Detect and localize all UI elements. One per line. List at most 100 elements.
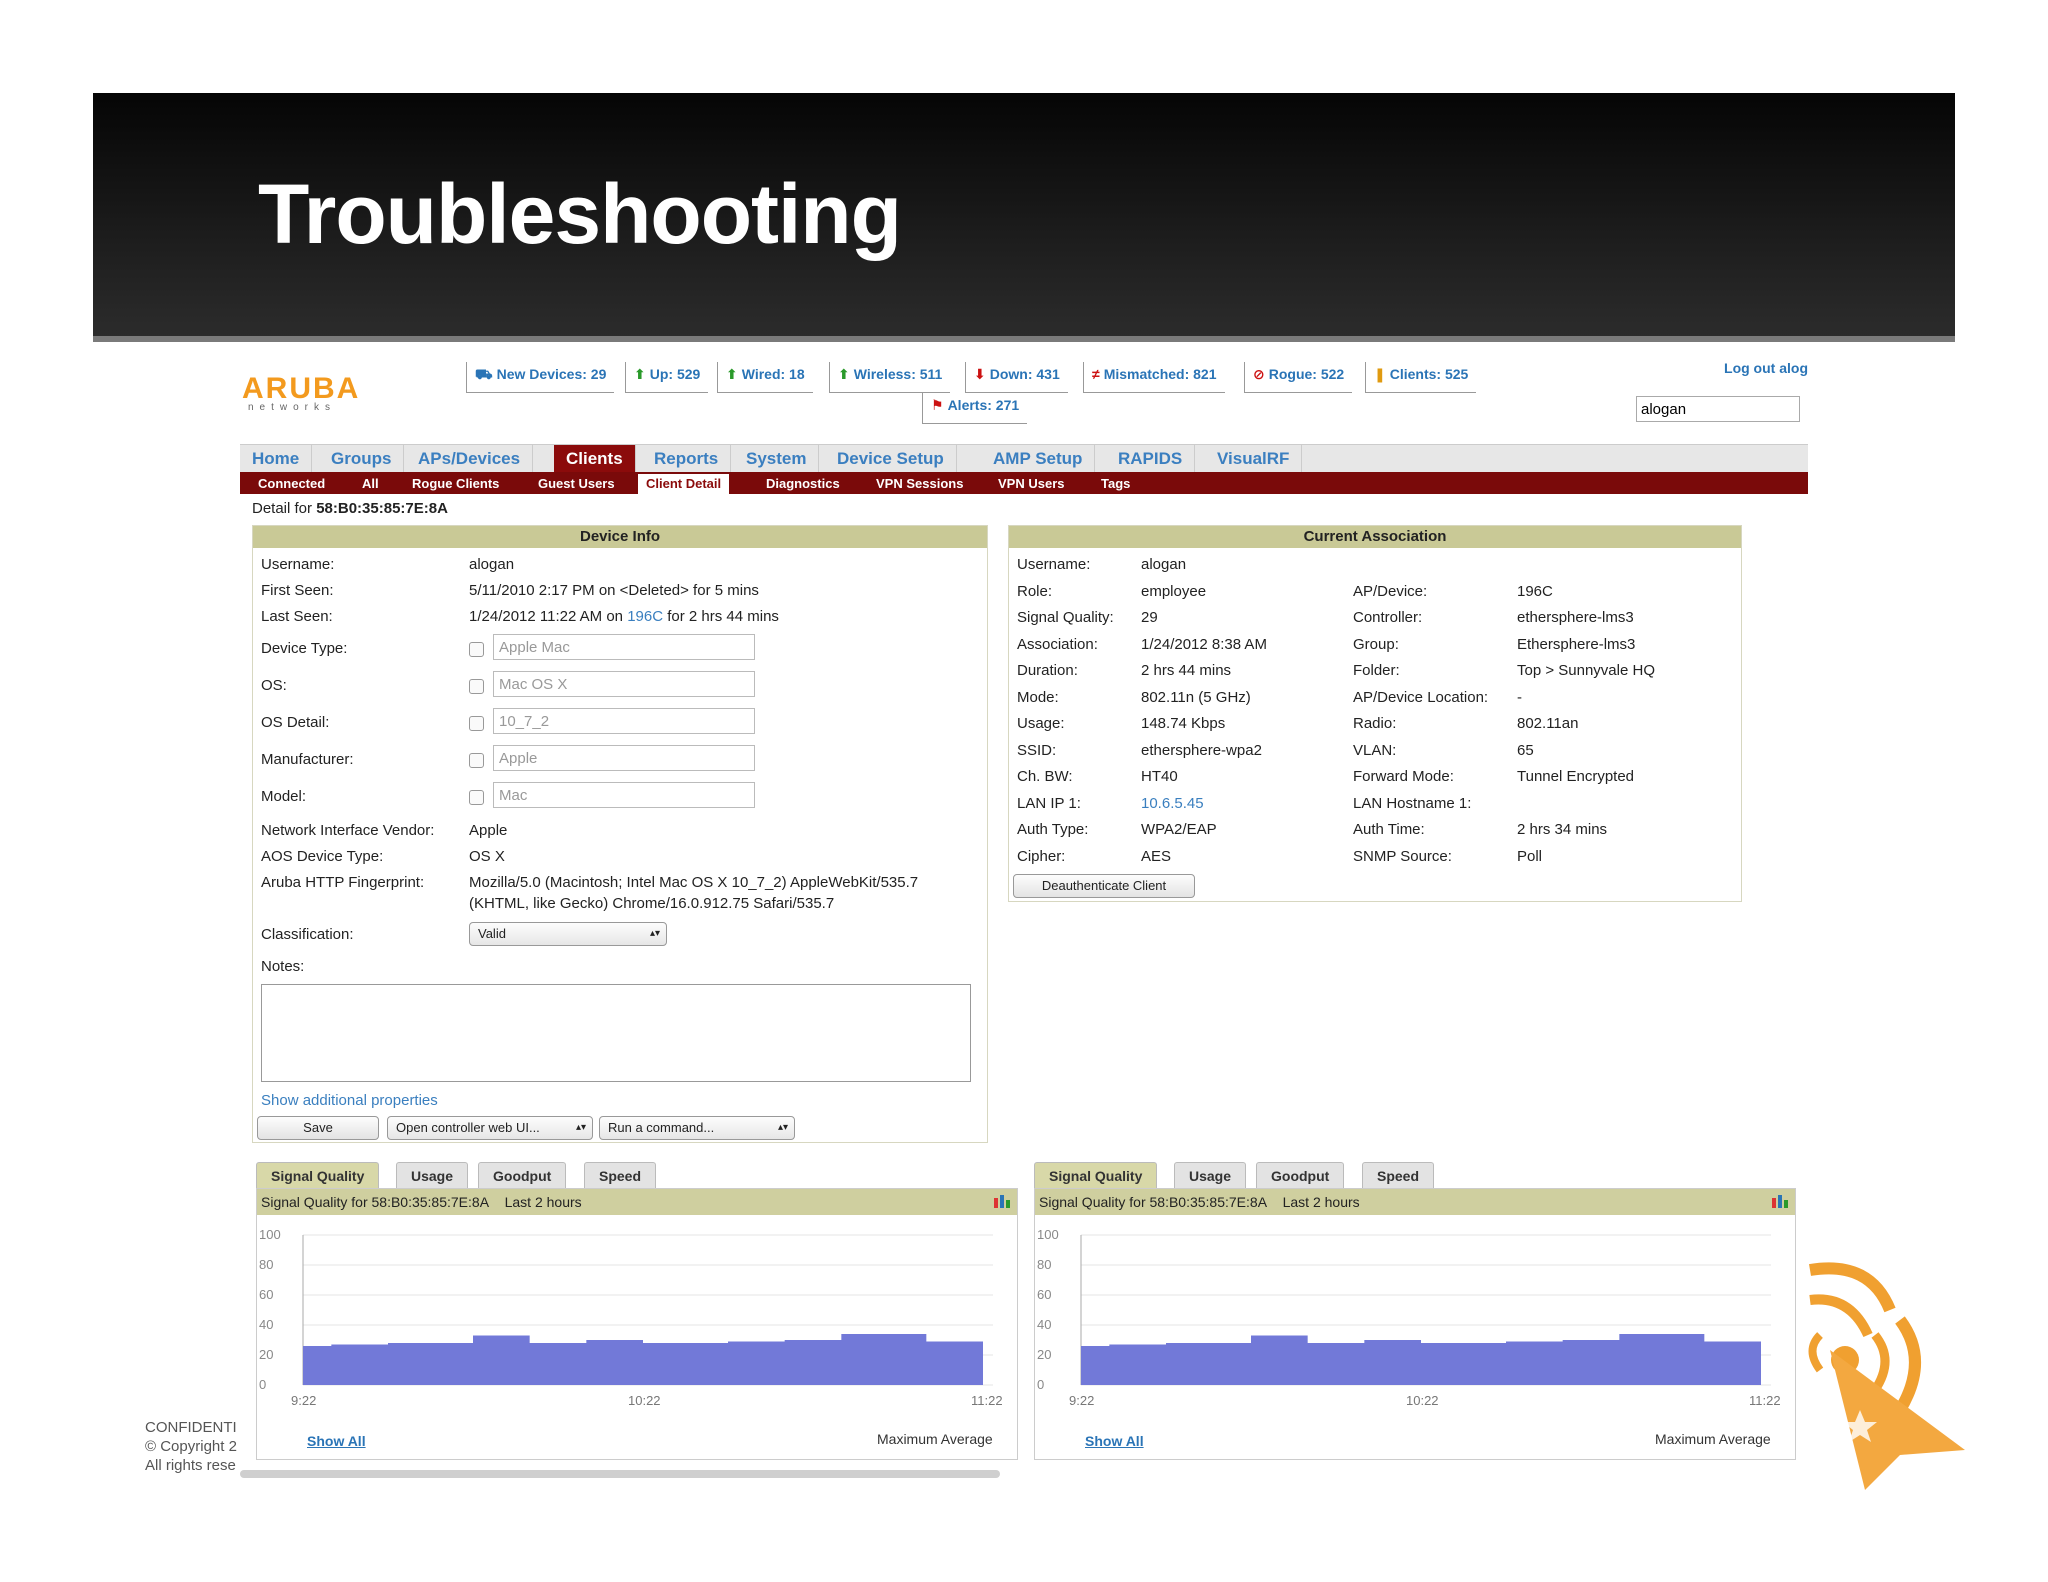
chart-header: Signal Quality for 58:B0:35:85:7E:8A Las… [257, 1189, 1017, 1215]
nav-rapids[interactable]: RAPIDS [1106, 445, 1196, 473]
subnav-vpn-sessions[interactable]: VPN Sessions [868, 472, 971, 494]
nav-amp-setup[interactable]: AMP Setup [981, 445, 1096, 473]
override-checkbox[interactable] [469, 716, 484, 731]
stat-wired[interactable]: ⬆ Wired: 18 [717, 362, 813, 393]
show-all-link[interactable]: Show All [1085, 1433, 1144, 1449]
panel-title: Current Association [1009, 526, 1741, 548]
y-tick-label: 40 [1037, 1317, 1051, 1332]
show-all-link[interactable]: Show All [307, 1433, 366, 1449]
os-field[interactable]: Mac OS X [493, 671, 755, 697]
classification-select[interactable]: Valid ▴▾ [469, 922, 667, 946]
subnav-rogue-clients[interactable]: Rogue Clients [404, 472, 507, 494]
subnav-guest-users[interactable]: Guest Users [530, 472, 623, 494]
rogue-icon: ⊘ [1253, 366, 1265, 382]
selected-value: Open controller web UI... [396, 1120, 540, 1135]
mismatched-icon: ≠ [1092, 366, 1100, 382]
subnav-connected[interactable]: Connected [250, 472, 333, 494]
stat-wireless[interactable]: ⬆ Wireless: 511 [829, 362, 951, 393]
run-command-select[interactable]: Run a command... ▴▾ [599, 1116, 795, 1140]
notes-textarea[interactable] [261, 984, 971, 1082]
tab-signal-quality[interactable]: Signal Quality [1034, 1162, 1158, 1189]
device-type-field[interactable]: Apple Mac [493, 634, 755, 660]
override-checkbox[interactable] [469, 790, 484, 805]
override-checkbox[interactable] [469, 753, 484, 768]
tab-speed[interactable]: Speed [584, 1162, 657, 1189]
y-tick-label: 40 [259, 1317, 273, 1332]
up-arrow-icon: ⬆ [634, 366, 646, 382]
chart-legend-label: Maximum Average [877, 1431, 993, 1447]
stat-rogue[interactable]: ⊘ Rogue: 522 [1244, 362, 1353, 393]
info-row-device-type: Device Type: Apple Mac [253, 634, 983, 664]
detail-mac: 58:B0:35:85:7E:8A [316, 500, 448, 517]
select-arrows-icon: ▴▾ [575, 1122, 586, 1133]
tab-usage[interactable]: Usage [396, 1162, 469, 1189]
nav-clients[interactable]: Clients [554, 445, 636, 473]
tab-speed[interactable]: Speed [1362, 1162, 1435, 1189]
chart-title: Signal Quality for 58:B0:35:85:7E:8A [261, 1194, 490, 1210]
info-row-fingerprint: Aruba HTTP Fingerprint: Mozilla/5.0 (Mac… [253, 874, 983, 918]
info-row-os-detail: OS Detail: 10_7_2 [253, 708, 983, 738]
airwave-client-detail-screen: ARUBA networks ⛟ New Devices: 29 ⬆ Up: 529… [240, 350, 1808, 1480]
nav-reports[interactable]: Reports [642, 445, 732, 473]
field-label: Folder: [1353, 662, 1400, 679]
ap-link[interactable]: 196C [627, 608, 663, 625]
field-label: AP/Device: [1353, 582, 1428, 600]
open-controller-select[interactable]: Open controller web UI... ▴▾ [387, 1116, 593, 1140]
stat-label: Up: 529 [649, 366, 701, 382]
nav-system[interactable]: System [734, 445, 820, 473]
tab-signal-quality[interactable]: Signal Quality [256, 1162, 380, 1189]
tab-goodput[interactable]: Goodput [478, 1162, 567, 1189]
nav-aps-devices[interactable]: APs/Devices [406, 445, 534, 473]
search-input[interactable] [1636, 396, 1800, 422]
selected-value: Run a command... [608, 1120, 715, 1135]
logout-link[interactable]: Log out alog [1724, 360, 1808, 376]
model-field[interactable]: Mac [493, 782, 755, 808]
bar-chart-icon[interactable] [1771, 1194, 1789, 1208]
subnav-diagnostics[interactable]: Diagnostics [758, 472, 848, 494]
nav-device-setup[interactable]: Device Setup [825, 445, 957, 473]
y-tick-label: 0 [1037, 1377, 1044, 1392]
manufacturer-field[interactable]: Apple [493, 745, 755, 771]
stat-down[interactable]: ⬇ Down: 431 [965, 362, 1068, 393]
field-label: Forward Mode: [1353, 768, 1454, 785]
stat-up[interactable]: ⬆ Up: 529 [625, 362, 709, 393]
show-additional-properties-link[interactable]: Show additional properties [261, 1092, 438, 1109]
deauthenticate-client-button[interactable]: Deauthenticate Client [1013, 874, 1195, 898]
chart-title: Signal Quality for 58:B0:35:85:7E:8A [1039, 1194, 1268, 1210]
stat-new-devices[interactable]: ⛟ New Devices: 29 [466, 362, 615, 393]
chart-box: Signal Quality for 58:B0:35:85:7E:8A Las… [1034, 1188, 1796, 1460]
os-detail-field[interactable]: 10_7_2 [493, 708, 755, 734]
field-link[interactable]: 10.6.5.45 [1141, 795, 1204, 812]
save-button[interactable]: Save [257, 1116, 379, 1140]
bar-chart-icon[interactable] [993, 1194, 1011, 1208]
field-label: First Seen: [261, 582, 334, 599]
last-seen-date: 1/24/2012 11:22 AM on [469, 608, 624, 625]
field-value: 148.74 Kbps [1141, 715, 1226, 732]
nav-groups[interactable]: Groups [319, 445, 405, 473]
nav-home[interactable]: Home [240, 445, 313, 473]
tab-goodput[interactable]: Goodput [1256, 1162, 1345, 1189]
banner-divider [93, 336, 1955, 342]
device-info-panel: Device Info Username: alogan First Seen:… [252, 525, 988, 1143]
subnav-tags[interactable]: Tags [1093, 472, 1138, 494]
field-label: LAN IP 1: [1017, 794, 1081, 812]
field-value: 2 hrs 44 mins [1141, 662, 1232, 679]
aruba-logo[interactable]: ARUBA networks [242, 372, 360, 413]
override-checkbox[interactable] [469, 679, 484, 694]
field-value: HT40 [1141, 768, 1178, 785]
current-association-panel: Current Association Deauthenticate Clien… [1008, 525, 1742, 902]
field-label: Association: [1017, 635, 1098, 653]
stat-label: Alerts: 271 [947, 397, 1020, 413]
override-checkbox[interactable] [469, 642, 484, 657]
nav-visualrf[interactable]: VisualRF [1205, 445, 1303, 473]
stat-clients[interactable]: ❚ Clients: 525 [1365, 362, 1477, 393]
horizontal-scrollbar[interactable] [240, 1470, 1000, 1478]
stat-alerts[interactable]: ⚑ Alerts: 271 [922, 393, 1028, 424]
subnav-vpn-users[interactable]: VPN Users [990, 472, 1072, 494]
subnav-client-detail[interactable]: Client Detail [638, 474, 730, 494]
y-tick-label: 20 [1037, 1347, 1051, 1362]
tab-usage[interactable]: Usage [1174, 1162, 1247, 1189]
field-label: Auth Time: [1353, 821, 1425, 838]
subnav-all[interactable]: All [354, 472, 387, 494]
stat-mismatched[interactable]: ≠ Mismatched: 821 [1083, 362, 1225, 393]
